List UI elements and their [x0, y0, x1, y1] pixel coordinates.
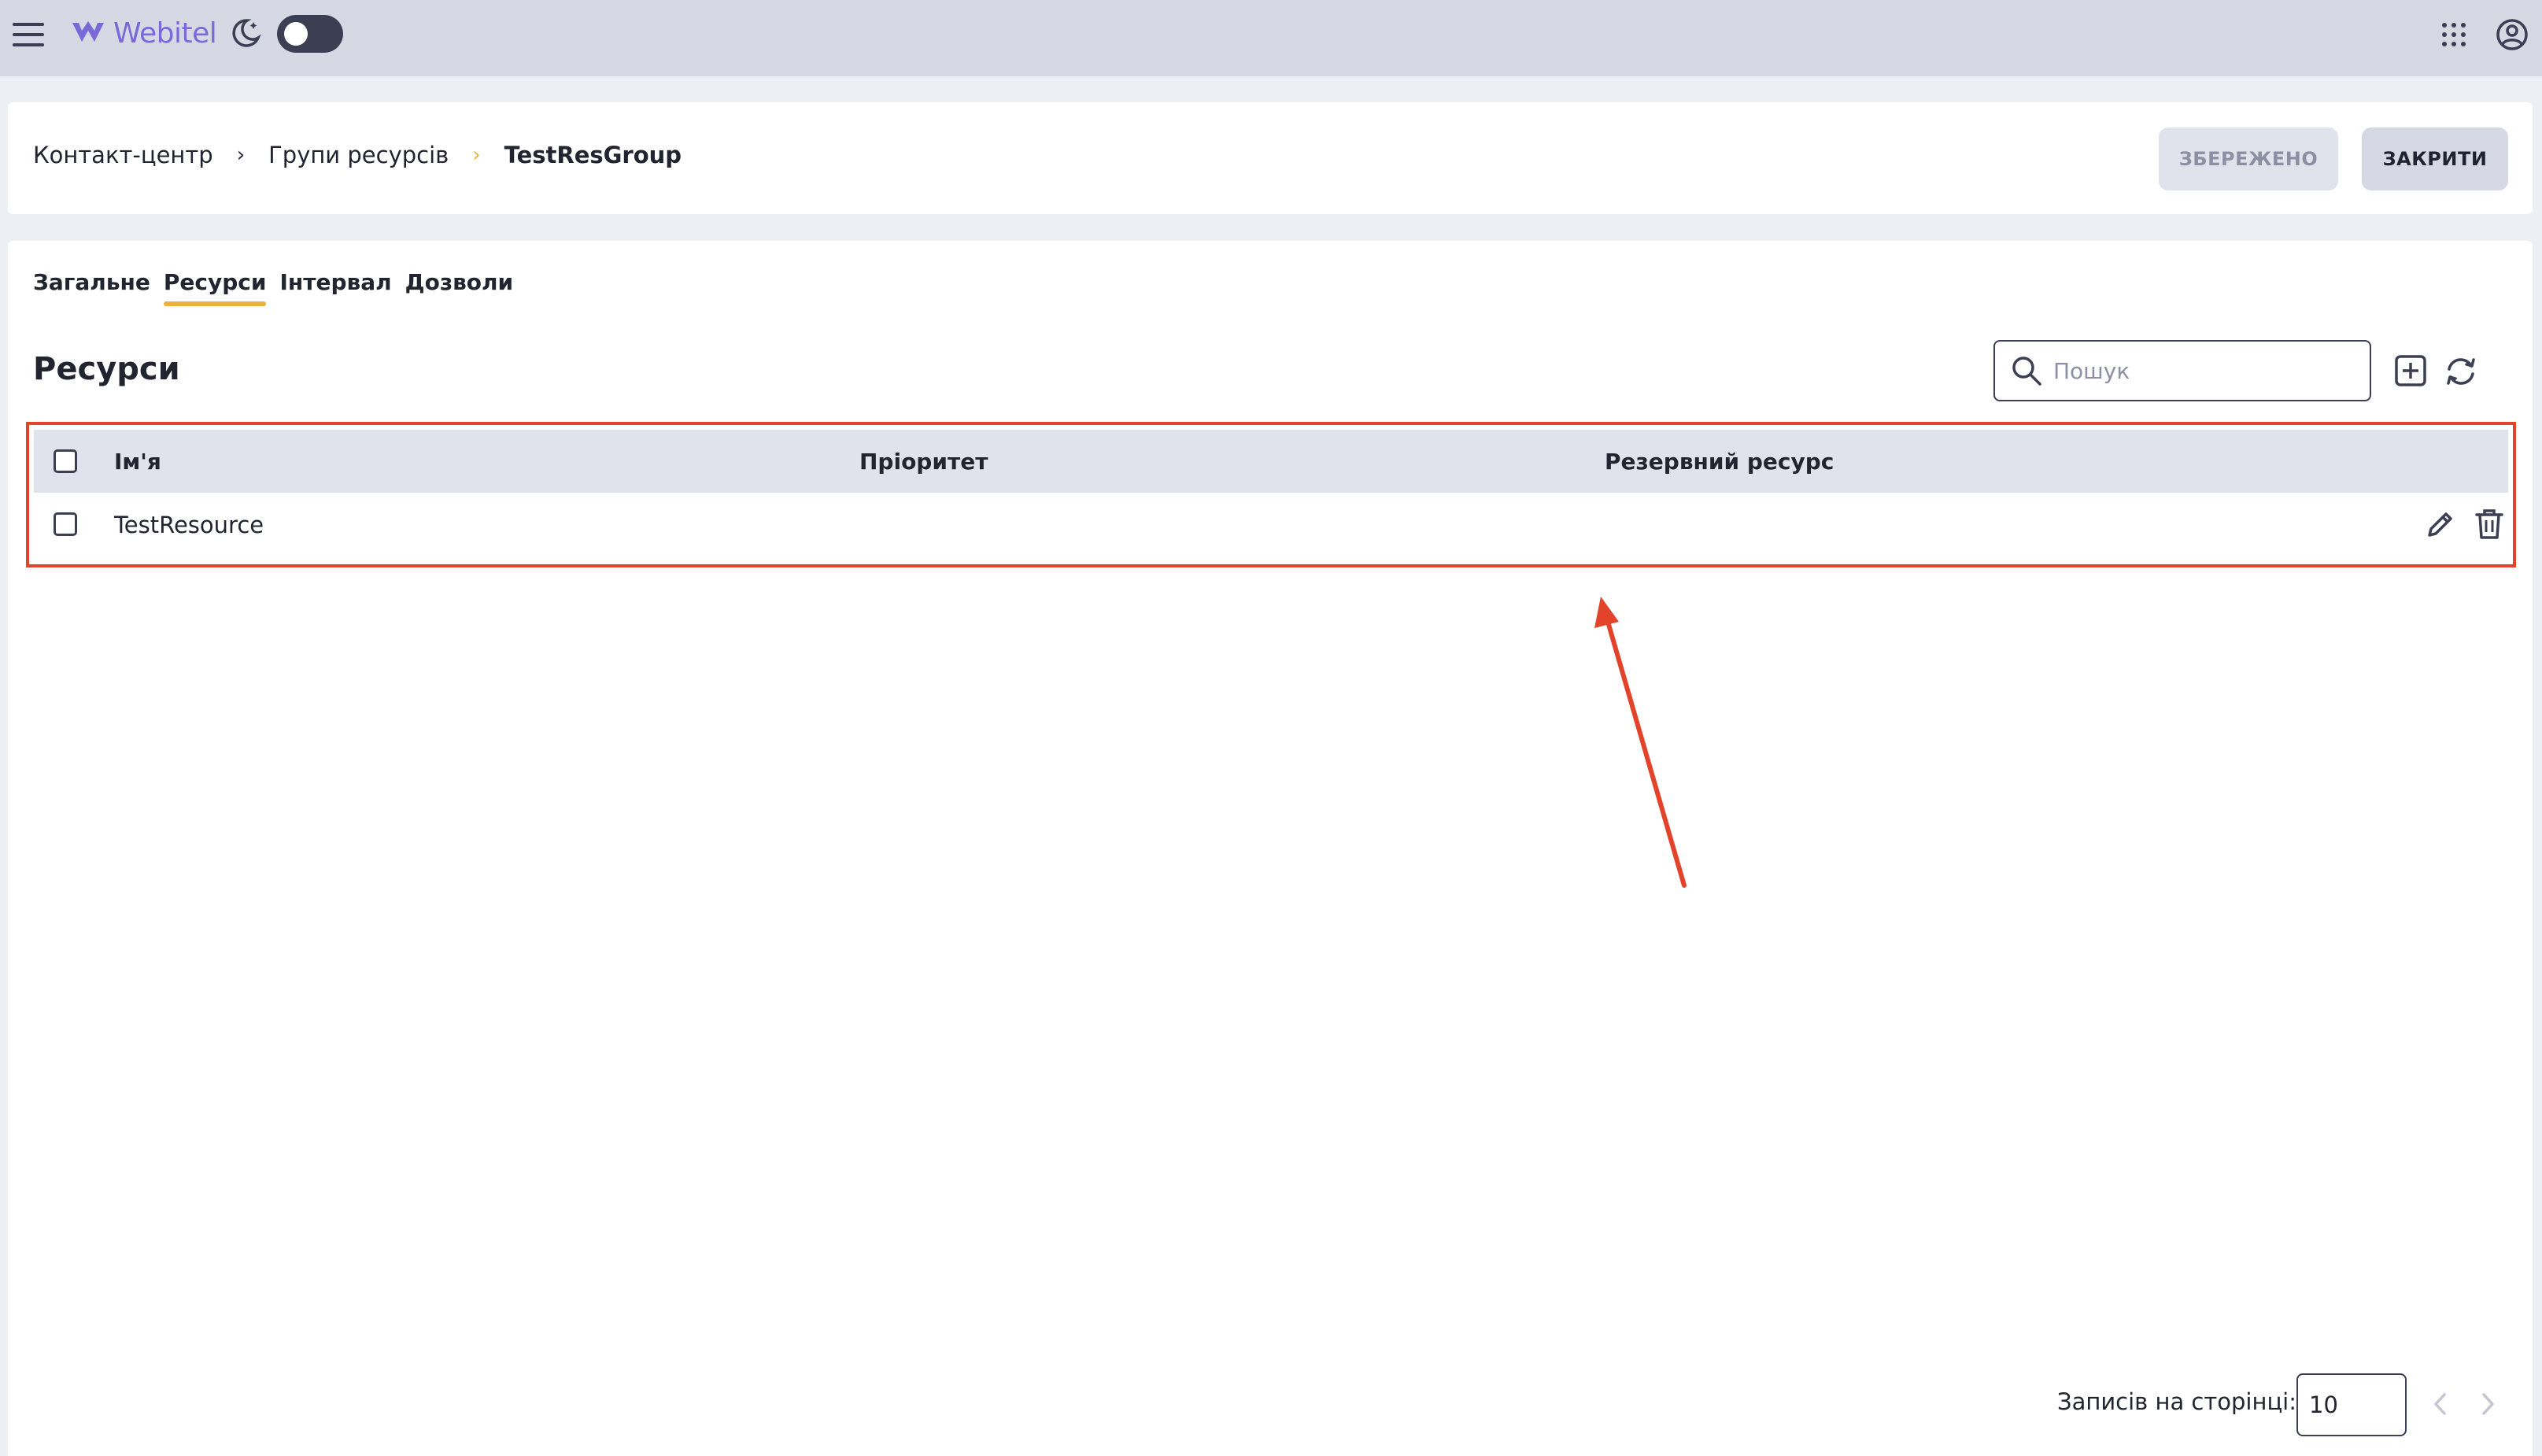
- pagination-label: Записів на сторінці:: [2057, 1388, 2297, 1415]
- annotation-arrow: [1594, 597, 1687, 888]
- chevron-right-icon[interactable]: [2474, 1390, 2503, 1418]
- page-size-input[interactable]: 10: [2296, 1373, 2407, 1436]
- chevron-left-icon[interactable]: [2426, 1390, 2454, 1418]
